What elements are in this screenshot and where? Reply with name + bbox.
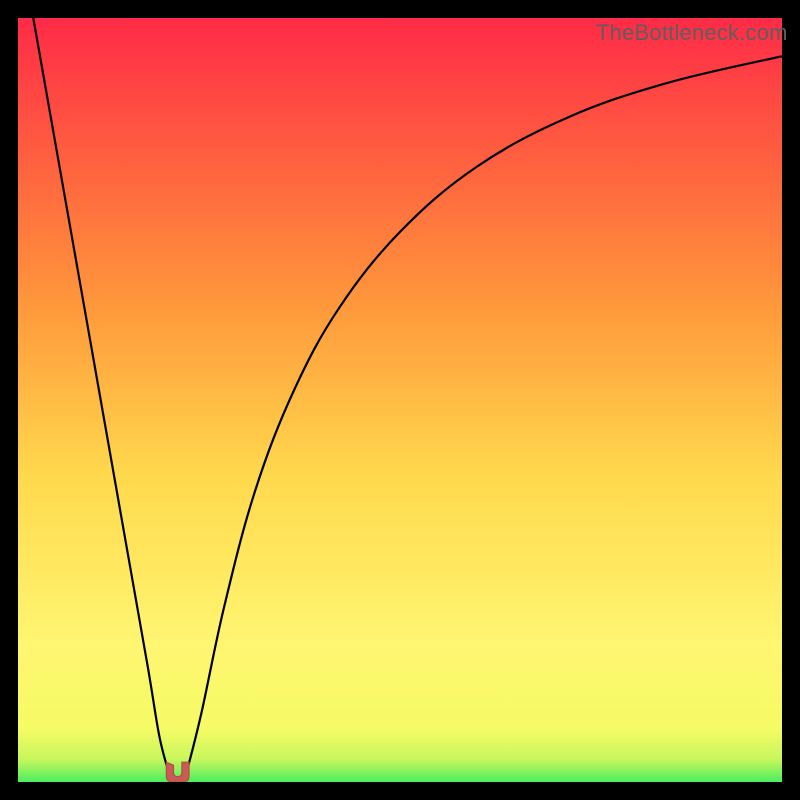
chart-background	[18, 18, 782, 782]
watermark-text: TheBottleneck.com	[596, 20, 788, 46]
plot-area: TheBottleneck.com	[18, 18, 782, 782]
chart-svg	[18, 18, 782, 782]
